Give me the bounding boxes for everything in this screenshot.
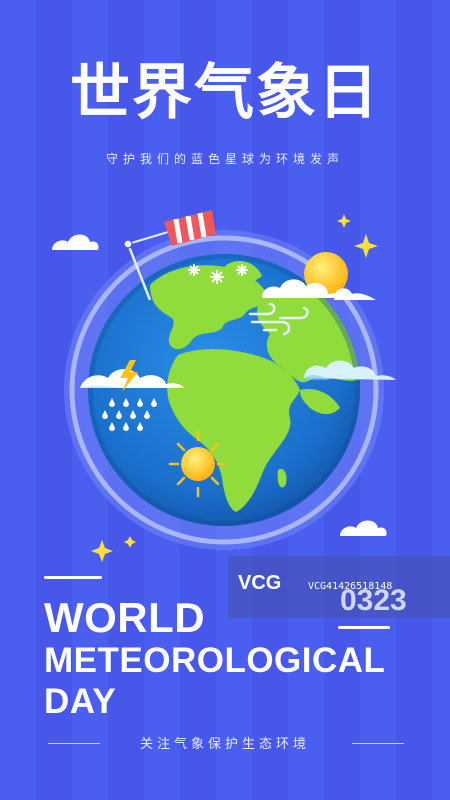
watermark: VCG VCG41426518148 0323 bbox=[228, 556, 450, 618]
accent-bar-left bbox=[44, 576, 102, 579]
english-title-line2: METEOROLOGICAL bbox=[44, 641, 386, 680]
english-title-line1: WORLD bbox=[44, 594, 206, 641]
footer-slogan: 关注气象保护生态环境 bbox=[139, 737, 310, 752]
cloud-icon bbox=[340, 520, 387, 536]
watermark-code: 0323 bbox=[340, 584, 407, 617]
cloud-icon bbox=[52, 234, 99, 250]
poster: 世界气象日 守护我们的蓝色星球为环境发声 VCG VCG41426518148 … bbox=[0, 0, 450, 800]
watermark-logo: VCG bbox=[238, 572, 282, 594]
accent-bar-right bbox=[338, 626, 390, 629]
english-title-line3: DAY bbox=[44, 682, 117, 721]
